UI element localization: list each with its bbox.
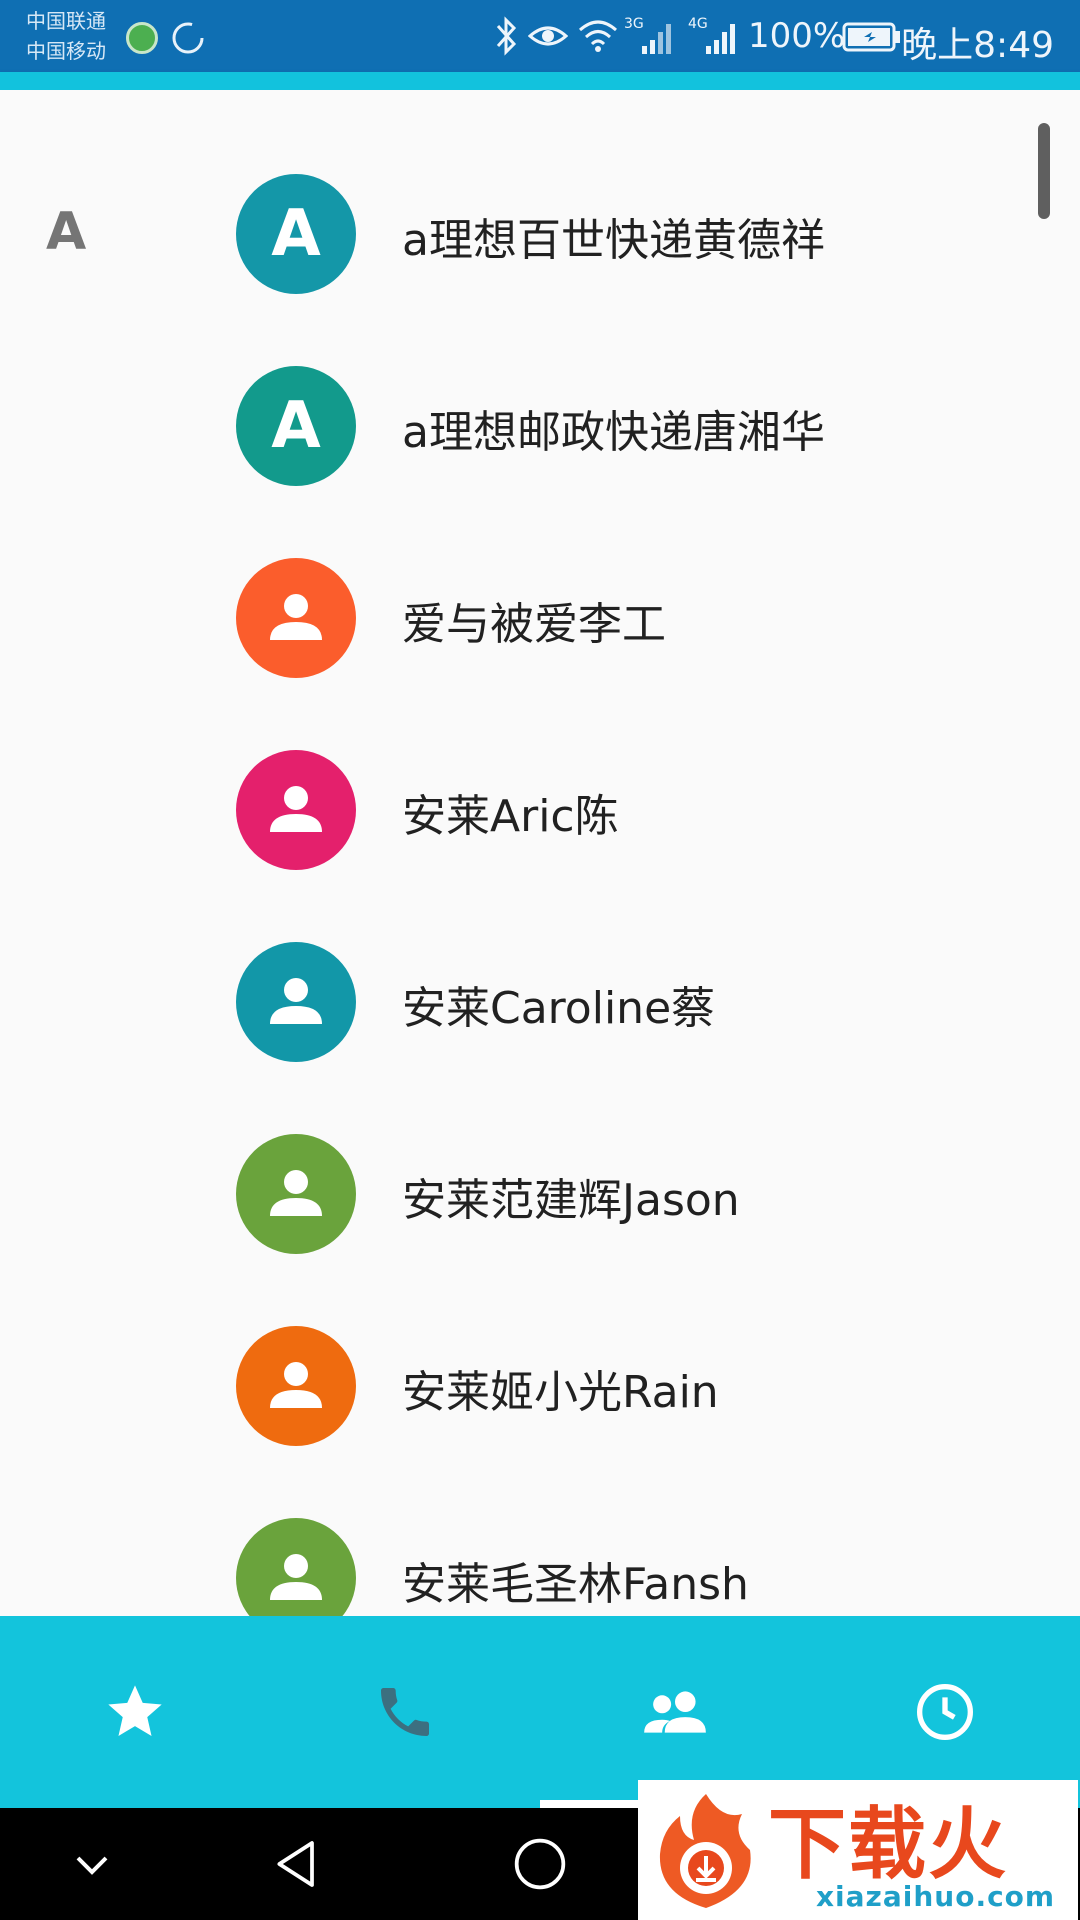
contact-avatar (236, 750, 356, 870)
tab-favorites[interactable] (0, 1616, 270, 1808)
chevron-down-icon (76, 1856, 108, 1875)
contacts-icon (644, 1691, 706, 1733)
watermark-text: 下载火 (768, 1800, 1009, 1890)
watermark-url: xiazaihuo.com (816, 1880, 1056, 1913)
carrier-2: 中国移动 (26, 39, 106, 63)
eye-comfort-icon (528, 26, 568, 46)
contact-name: 爱与被爱李工 (402, 599, 666, 650)
contact-row[interactable]: 安莱范建辉Jason (0, 1100, 1080, 1292)
contact-name: 安莱Caroline蔡 (402, 983, 716, 1034)
contact-row[interactable]: 安莱毛圣林Fansh (0, 1484, 1080, 1616)
person-icon (270, 594, 322, 640)
phone-icon (381, 1688, 429, 1736)
tab-dialer[interactable] (270, 1616, 540, 1808)
contact-name: 安莱毛圣林Fansh (402, 1559, 749, 1610)
bluetooth-icon (496, 16, 517, 56)
contact-row[interactable]: 安莱姬小光Rain (0, 1292, 1080, 1484)
app-bar-edge (0, 72, 1080, 90)
nav-back-button[interactable] (258, 1828, 338, 1900)
status-bar: 中国联通 中国移动 3G 4G 100% 晚上8:49 (0, 0, 1080, 72)
flame-logo-icon (659, 1794, 751, 1908)
nav-collapse-button[interactable] (52, 1828, 132, 1900)
contact-avatar: A (236, 366, 356, 486)
clock-icon (917, 1684, 973, 1740)
person-icon (270, 1170, 322, 1216)
wifi-icon (579, 20, 617, 52)
person-icon (270, 978, 322, 1024)
contact-name: a理想邮政快递唐湘华 (402, 407, 825, 458)
signal-3g-icon (642, 24, 671, 54)
nav-home-button[interactable] (500, 1828, 580, 1900)
contact-name: 安莱姬小光Rain (402, 1367, 719, 1418)
person-icon (270, 1362, 322, 1408)
clock-time: 晚上8:49 (901, 25, 1054, 66)
star-icon (108, 1685, 162, 1736)
contact-avatar: A (236, 174, 356, 294)
battery-percent: 100% (748, 16, 846, 56)
home-icon (514, 1838, 566, 1890)
contact-avatar (236, 558, 356, 678)
contact-row[interactable]: 爱与被爱李工 (0, 524, 1080, 716)
contact-name: 安莱Aric陈 (402, 791, 619, 842)
contact-avatar (236, 942, 356, 1062)
contact-avatar (236, 1326, 356, 1446)
contact-row[interactable]: 安莱Caroline蔡 (0, 908, 1080, 1100)
contact-row[interactable]: A a理想邮政快递唐湘华 (0, 332, 1080, 524)
signal-4g-icon (706, 24, 735, 54)
contact-row[interactable]: A a理想百世快递黄德祥 (0, 140, 1080, 332)
contact-avatar (236, 1518, 356, 1616)
battery-icon (842, 22, 900, 52)
contact-name: 安莱范建辉Jason (402, 1175, 740, 1226)
watermark-logo: 下载火 xiazaihuo.com (638, 1780, 1078, 1920)
person-icon (270, 786, 322, 832)
carrier-1: 中国联通 (26, 9, 106, 33)
contact-avatar (236, 1134, 356, 1254)
app-notification-icon (126, 22, 158, 54)
contact-list[interactable]: A A a理想百世快递黄德祥 A a理想邮政快递唐湘华 爱与被爱李工 安莱Ari… (0, 90, 1080, 1616)
contact-row[interactable]: 安莱Aric陈 (0, 716, 1080, 908)
person-icon (270, 1554, 322, 1600)
back-icon (277, 1841, 314, 1887)
sync-icon (172, 22, 204, 54)
list-scrollbar[interactable] (1038, 123, 1050, 219)
contact-name: a理想百世快递黄德祥 (402, 215, 825, 266)
